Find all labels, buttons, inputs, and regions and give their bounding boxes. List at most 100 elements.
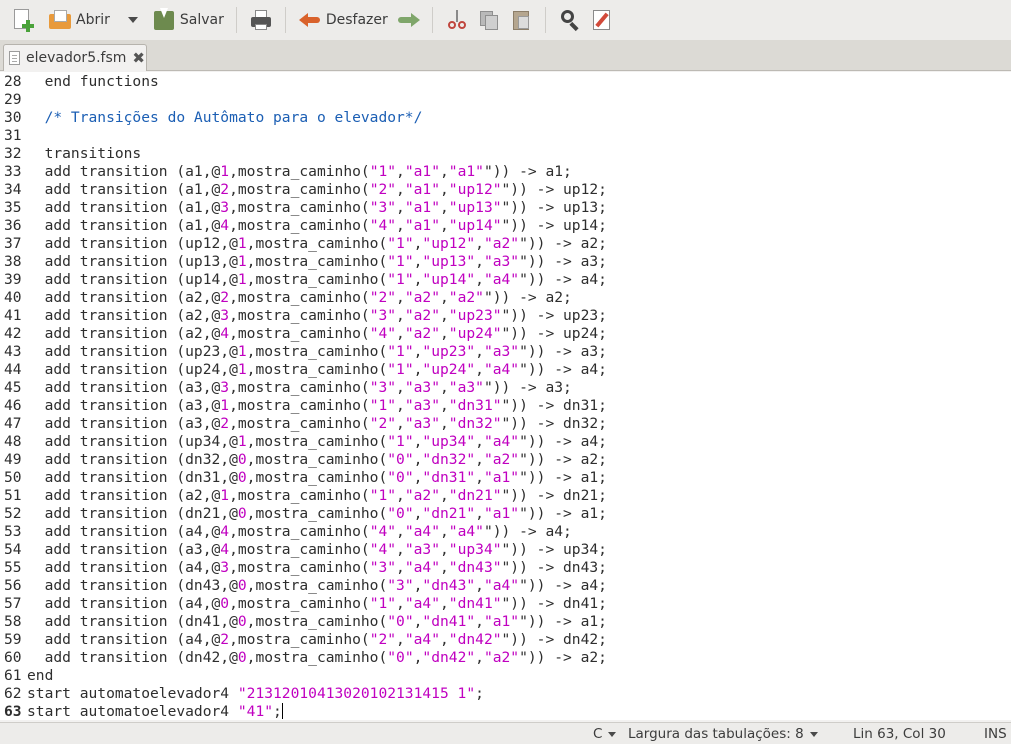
replace-button[interactable] <box>586 4 618 36</box>
code-token: , <box>475 649 484 666</box>
text-caret <box>281 703 283 719</box>
code-token: ,mostra_caminho( <box>246 253 388 270</box>
code-token: ,mostra_caminho( <box>246 235 388 252</box>
string-token: "4" <box>369 541 397 558</box>
string-token: "21312010413020102131415 1" <box>237 685 476 702</box>
number-token: 0 <box>237 451 247 468</box>
code-token: ")) -> a2; <box>519 649 607 666</box>
code-editor[interactable]: 28 end functions 29 30 /* Transições do Au… <box>0 72 1011 720</box>
code-token: , <box>396 397 405 414</box>
line-code: add transition (dn43,@0,mostra_caminho( "… <box>27 577 607 595</box>
line-number: 54 <box>4 541 22 558</box>
copy-icon <box>477 8 501 32</box>
code-token: , <box>396 181 405 198</box>
string-token: "a4" <box>404 523 440 540</box>
string-token: "0" <box>387 649 414 666</box>
number-token: 4 <box>220 217 230 234</box>
line-code: /* Transições do Autômato para o elevado… <box>27 109 423 127</box>
code-token: add transition (dn21,@ <box>27 505 238 522</box>
code-token: , <box>440 325 449 342</box>
language-selector[interactable]: C <box>593 726 617 742</box>
redo-button[interactable] <box>392 4 424 36</box>
line-code: add transition (a1,@1,mostra_caminho("1"… <box>27 163 572 181</box>
code-token: , <box>440 199 449 216</box>
code-token: transitions <box>27 145 142 162</box>
line-code: add transition (a2,@2,mostra_caminho("2"… <box>27 289 572 307</box>
line-code: add transition (up24,@1,mostra_caminho("… <box>27 361 607 379</box>
code-token: , <box>396 289 405 306</box>
code-token: ")) -> dn42; <box>501 631 607 648</box>
line-number: 53 <box>4 523 22 540</box>
code-token: add transition (a2,@ <box>27 307 221 324</box>
number-token: 0 <box>237 577 247 594</box>
code-token: ,mostra_caminho( <box>246 577 388 594</box>
number-token: 0 <box>220 595 230 612</box>
code-token: add transition (a1,@ <box>27 217 221 234</box>
code-token: ,mostra_caminho( <box>246 271 388 288</box>
line-code: end <box>27 667 53 685</box>
tab-elevador5[interactable]: elevador5.fsm ✖ <box>3 44 147 71</box>
number-token: 4 <box>220 541 230 558</box>
string-token: "3" <box>369 199 397 216</box>
open-recent-dropdown[interactable] <box>114 4 148 36</box>
string-token: "2" <box>369 631 397 648</box>
code-token: add transition (up14,@ <box>27 271 238 288</box>
close-tab-icon[interactable]: ✖ <box>132 49 145 67</box>
string-token: "1" <box>387 361 414 378</box>
line-code: add transition (a4,@0,mostra_caminho("1"… <box>27 595 607 613</box>
string-token: "3" <box>369 307 397 324</box>
tab-width-selector[interactable]: Largura das tabulações: 8 <box>628 726 818 742</box>
line-number: 36 <box>4 217 22 234</box>
line-number: 32 <box>4 145 22 162</box>
line-code: add transition (dn42,@0,mostra_caminho("… <box>27 649 607 667</box>
code-token: ,mostra_caminho( <box>229 415 370 432</box>
code-token: add transition (a1,@ <box>27 163 221 180</box>
cut-button[interactable] <box>441 4 473 36</box>
print-button[interactable] <box>245 4 277 36</box>
string-token: "3" <box>369 379 397 396</box>
code-token: , <box>396 415 405 432</box>
paste-button[interactable] <box>505 4 537 36</box>
chevron-down-icon <box>608 731 617 737</box>
code-token: ")) -> a2; <box>519 235 607 252</box>
code-token: ,mostra_caminho( <box>229 325 370 342</box>
string-token: "dn43" <box>422 577 476 594</box>
code-token: add transition (dn43,@ <box>27 577 238 594</box>
open-button[interactable]: Abrir <box>44 4 114 36</box>
save-button[interactable]: Salvar <box>148 4 228 36</box>
find-button[interactable] <box>554 4 586 36</box>
code-token: ,mostra_caminho( <box>246 469 388 486</box>
line-number: 52 <box>4 505 22 522</box>
string-token: "a4" <box>483 433 520 450</box>
code-token: ")) -> a4; <box>483 523 572 540</box>
code-token: ,mostra_caminho( <box>229 631 370 648</box>
line-code: add transition (up14,@1,mostra_caminho("… <box>27 271 607 289</box>
line-number: 49 <box>4 451 22 468</box>
line-code: add transition (a1,@4,mostra_caminho("4"… <box>27 217 607 235</box>
paste-icon <box>509 8 533 32</box>
number-token: 1 <box>237 361 247 378</box>
code-token: add transition (a1,@ <box>27 199 221 216</box>
line-code: add transition (a2,@4,mostra_caminho("4"… <box>27 325 607 343</box>
line-code: add transition (up23,@1,mostra_caminho("… <box>27 343 607 361</box>
copy-button[interactable] <box>473 4 505 36</box>
code-token: ,mostra_caminho( <box>246 361 388 378</box>
chevron-down-icon <box>809 731 818 737</box>
undo-button[interactable]: Desfazer <box>294 4 392 36</box>
string-token: "1" <box>387 253 414 270</box>
string-token: "a4" <box>483 361 520 378</box>
string-token: "a3" <box>448 379 484 396</box>
code-token: , <box>475 235 484 252</box>
string-token: "a1" <box>404 181 440 198</box>
line-number: 63 <box>4 703 22 720</box>
string-token: "a4" <box>404 559 440 576</box>
code-token: ")) -> dn32; <box>501 415 607 432</box>
number-token: 3 <box>220 307 230 324</box>
line-number: 51 <box>4 487 22 504</box>
line-number: 44 <box>4 361 22 378</box>
new-button[interactable] <box>6 4 38 36</box>
string-token: "dn41" <box>448 595 502 612</box>
code-token: ,mostra_caminho( <box>246 505 388 522</box>
string-token: "a1" <box>404 163 440 180</box>
number-token: 3 <box>220 559 230 576</box>
